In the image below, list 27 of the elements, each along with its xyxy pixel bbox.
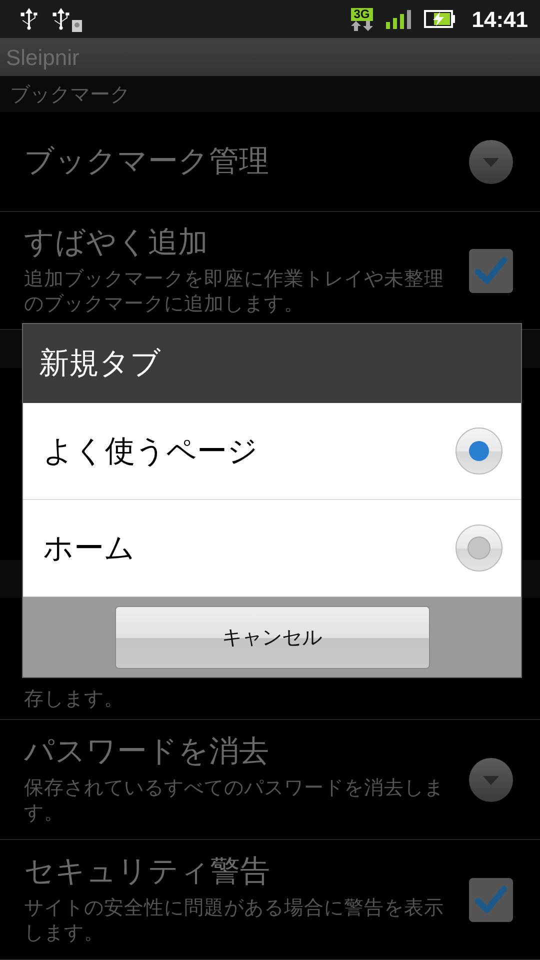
section-header: ブックマーク xyxy=(10,81,130,108)
battery-charging-icon xyxy=(424,10,456,28)
setting-title: ブックマーク管理 xyxy=(24,142,270,180)
setting-description: 存します。 xyxy=(24,686,124,711)
network-badge: 3G xyxy=(350,8,373,20)
clock: 14:41 xyxy=(472,6,528,34)
dialog-title: 新規タブ xyxy=(39,345,161,383)
checkbox[interactable] xyxy=(468,876,514,922)
setting-description: 追加ブックマークを即座に作業トレイや未整理のブックマークに追加します。 xyxy=(24,266,445,317)
setting-description: サイトの安全性に問題がある場合に警告を表示します。 xyxy=(24,894,445,946)
option-label: よく使うページ xyxy=(43,432,258,470)
dropdown-icon[interactable] xyxy=(468,138,514,184)
setting-description: 保存されているすべてのパスワードを消去します。 xyxy=(24,774,445,826)
setting-title: セキュリティ警告 xyxy=(24,853,271,891)
setting-title: パスワードを消去 xyxy=(24,733,270,771)
radio-option[interactable]: ホーム xyxy=(23,500,521,597)
radio-option[interactable]: よく使うページ xyxy=(23,403,521,500)
signal-icon xyxy=(386,9,412,29)
data-arrows-icon xyxy=(350,20,374,30)
checkbox[interactable] xyxy=(468,248,514,294)
cancel-button[interactable]: キャンセル xyxy=(114,606,430,668)
radio-button[interactable] xyxy=(455,524,503,572)
setting-title: すばやく追加 xyxy=(24,224,209,262)
radio-button[interactable] xyxy=(455,427,503,475)
notification-icon xyxy=(72,20,82,32)
dropdown-icon[interactable] xyxy=(468,756,514,802)
option-label: ホーム xyxy=(43,530,135,568)
